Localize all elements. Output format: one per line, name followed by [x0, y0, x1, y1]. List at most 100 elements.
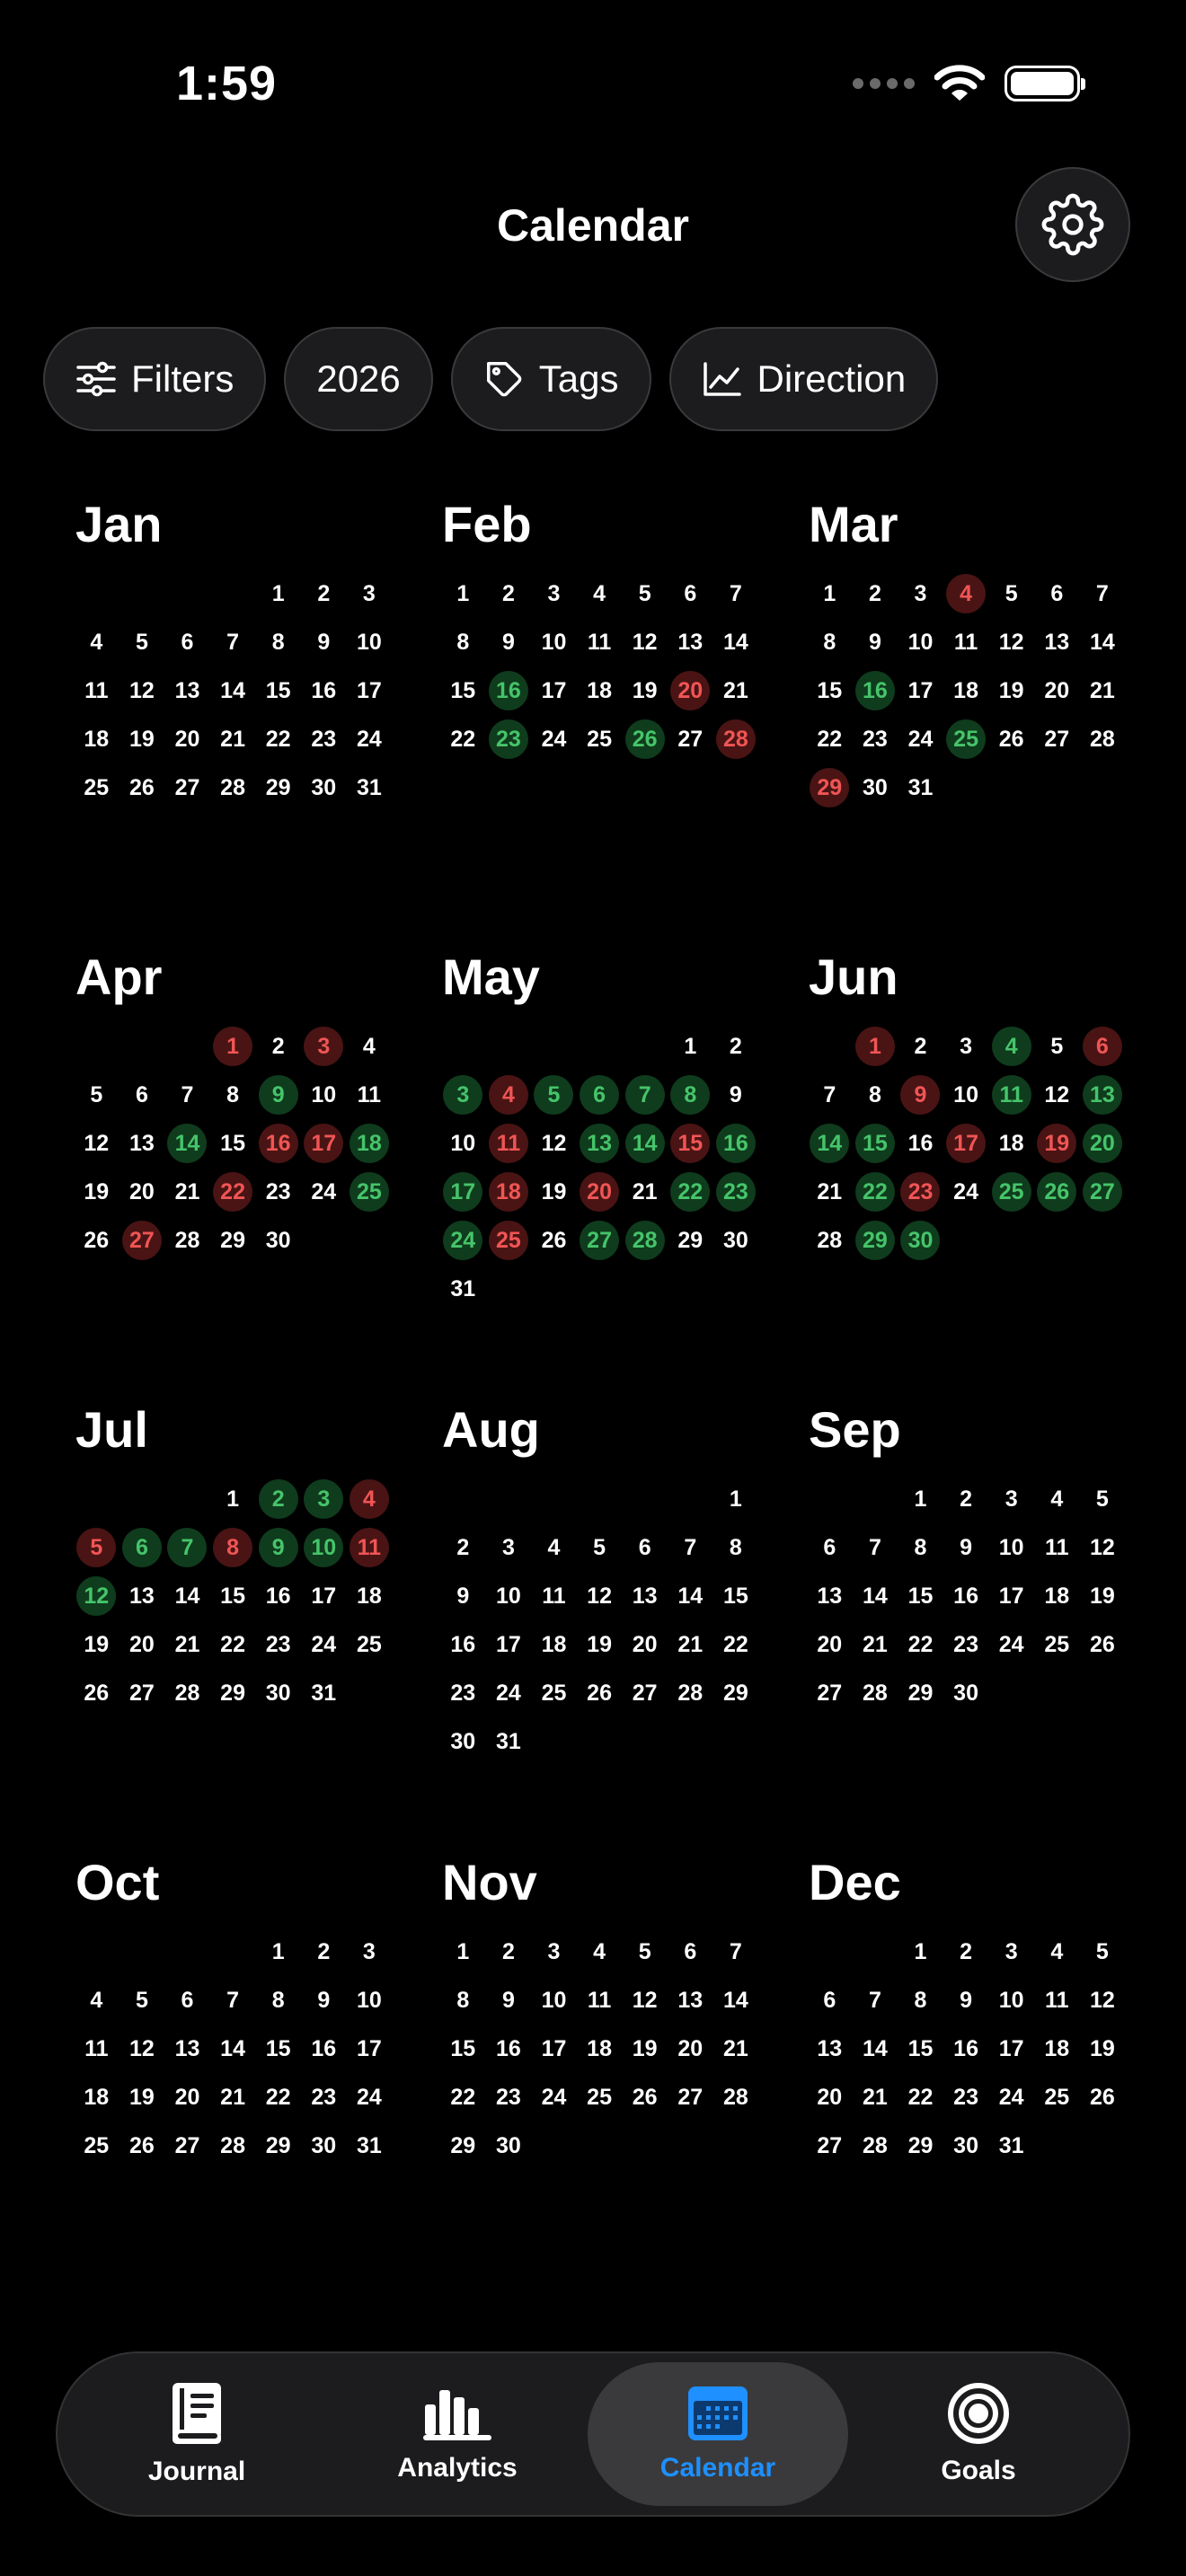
day-cell[interactable]: 5	[1083, 1932, 1122, 1972]
day-cell[interactable]: 27	[1037, 719, 1076, 759]
day-cell[interactable]: 15	[716, 1576, 756, 1616]
day-cell[interactable]: 18	[534, 1625, 573, 1664]
day-cell[interactable]: 10	[350, 622, 389, 662]
day-cell[interactable]: 30	[900, 1221, 941, 1260]
day-cell[interactable]: 16	[258, 1124, 298, 1163]
day-cell[interactable]: 26	[76, 1221, 116, 1260]
day-cell[interactable]: 22	[259, 2078, 298, 2117]
day-cell[interactable]: 19	[534, 1172, 573, 1212]
day-cell[interactable]: 16	[443, 1625, 482, 1664]
day-cell[interactable]: 1	[670, 1027, 710, 1066]
day-cell[interactable]: 29	[854, 1221, 895, 1260]
day-cell[interactable]: 1	[900, 1932, 940, 1972]
day-cell[interactable]: 30	[855, 768, 895, 807]
day-cell[interactable]: 22	[900, 2078, 940, 2117]
day-cell[interactable]: 18	[992, 1124, 1031, 1163]
day-cell[interactable]: 13	[167, 2029, 207, 2069]
day-cell[interactable]: 7	[1083, 574, 1122, 613]
day-cell[interactable]: 15	[213, 1124, 252, 1163]
day-cell[interactable]: 29	[810, 768, 850, 807]
day-cell[interactable]: 17	[350, 671, 389, 710]
day-cell[interactable]: 5	[992, 574, 1031, 613]
day-cell[interactable]: 1	[213, 1027, 253, 1066]
day-cell[interactable]: 9	[489, 622, 528, 662]
filters-chip[interactable]: Filters	[43, 327, 267, 431]
day-cell[interactable]: 9	[946, 1981, 986, 2020]
day-cell[interactable]: 1	[259, 1932, 298, 1972]
day-cell[interactable]: 3	[350, 1932, 389, 1972]
day-cell[interactable]: 29	[443, 2126, 482, 2166]
day-cell[interactable]: 5	[122, 622, 162, 662]
day-cell[interactable]: 13	[810, 2029, 849, 2069]
day-cell[interactable]: 22	[716, 1625, 756, 1664]
day-cell[interactable]: 16	[304, 2029, 343, 2069]
day-cell[interactable]: 5	[580, 1528, 619, 1567]
direction-chip[interactable]: Direction	[668, 327, 939, 431]
day-cell[interactable]: 23	[443, 1673, 482, 1713]
day-cell[interactable]: 7	[167, 1528, 208, 1567]
day-cell[interactable]: 25	[488, 1221, 528, 1260]
day-cell[interactable]: 22	[670, 1172, 711, 1212]
day-cell[interactable]: 7	[213, 1981, 252, 2020]
day-cell[interactable]: 30	[304, 2126, 343, 2166]
day-cell[interactable]: 31	[350, 2126, 389, 2166]
day-cell[interactable]: 16	[900, 1124, 940, 1163]
day-cell[interactable]: 25	[349, 1172, 389, 1212]
day-cell[interactable]: 3	[304, 1479, 344, 1519]
tab-goals[interactable]: Goals	[848, 2362, 1109, 2506]
day-cell[interactable]: 25	[350, 1625, 389, 1664]
day-cell[interactable]: 26	[624, 719, 665, 759]
day-cell[interactable]: 20	[122, 1172, 162, 1212]
day-cell[interactable]: 5	[122, 1981, 162, 2020]
day-cell[interactable]: 21	[1083, 671, 1122, 710]
day-cell[interactable]: 13	[1037, 622, 1076, 662]
day-cell[interactable]: 28	[855, 2126, 895, 2166]
day-cell[interactable]: 26	[1037, 1172, 1077, 1212]
day-cell[interactable]: 19	[122, 719, 162, 759]
day-cell[interactable]: 28	[213, 2126, 252, 2166]
day-cell[interactable]: 20	[1037, 671, 1076, 710]
day-cell[interactable]: 25	[580, 2078, 619, 2117]
day-cell[interactable]: 20	[625, 1625, 665, 1664]
day-cell[interactable]: 14	[167, 1124, 208, 1163]
day-cell[interactable]: 19	[580, 1625, 619, 1664]
day-cell[interactable]: 30	[489, 2126, 528, 2166]
day-cell[interactable]: 13	[810, 1576, 849, 1616]
day-cell[interactable]: 6	[1037, 574, 1076, 613]
day-cell[interactable]: 20	[670, 2029, 710, 2069]
day-cell[interactable]: 10	[992, 1981, 1031, 2020]
day-cell[interactable]: 5	[625, 574, 665, 613]
day-cell[interactable]: 4	[349, 1479, 389, 1519]
day-cell[interactable]: 1	[443, 574, 482, 613]
day-cell[interactable]: 25	[946, 719, 987, 759]
day-cell[interactable]: 26	[992, 719, 1031, 759]
day-cell[interactable]: 12	[122, 671, 162, 710]
day-cell[interactable]: 14	[624, 1124, 665, 1163]
day-cell[interactable]: 6	[670, 574, 710, 613]
day-cell[interactable]: 11	[580, 622, 619, 662]
day-cell[interactable]: 18	[946, 671, 986, 710]
day-cell[interactable]: 2	[946, 1479, 986, 1519]
day-cell[interactable]: 16	[304, 671, 343, 710]
day-cell[interactable]: 20	[122, 1625, 162, 1664]
day-cell[interactable]: 30	[716, 1221, 756, 1260]
day-cell[interactable]: 9	[855, 622, 895, 662]
day-cell[interactable]: 18	[350, 1576, 389, 1616]
day-cell[interactable]: 8	[443, 622, 482, 662]
day-cell[interactable]: 28	[167, 1673, 207, 1713]
day-cell[interactable]: 14	[716, 622, 756, 662]
day-cell[interactable]: 10	[489, 1576, 528, 1616]
day-cell[interactable]: 12	[625, 1981, 665, 2020]
day-cell[interactable]: 10	[534, 622, 573, 662]
day-cell[interactable]: 8	[855, 1075, 895, 1115]
day-cell[interactable]: 29	[900, 2126, 940, 2166]
day-cell[interactable]: 4	[534, 1528, 573, 1567]
day-cell[interactable]: 9	[443, 1576, 482, 1616]
day-cell[interactable]: 21	[167, 1172, 207, 1212]
day-cell[interactable]: 27	[580, 1221, 620, 1260]
day-cell[interactable]: 27	[167, 768, 207, 807]
day-cell[interactable]: 13	[670, 1981, 710, 2020]
day-cell[interactable]: 1	[213, 1479, 252, 1519]
day-cell[interactable]: 6	[670, 1932, 710, 1972]
day-cell[interactable]: 27	[670, 2078, 710, 2117]
